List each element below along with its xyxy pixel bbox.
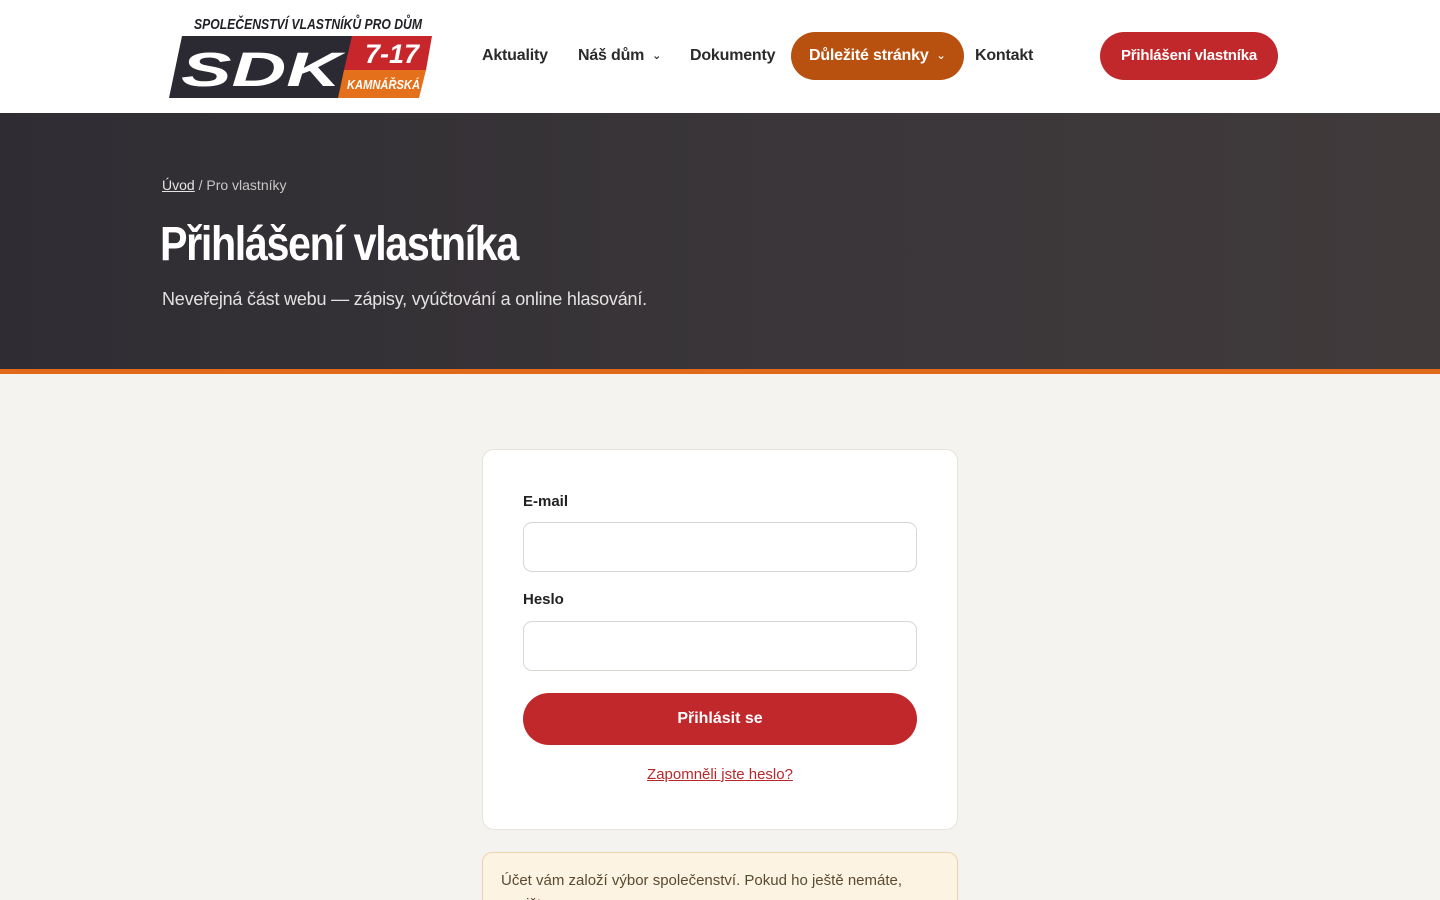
page-hero: Úvod / Pro vlastníky Přihlášení vlastník… [0,113,1440,369]
breadcrumb: Úvod / Pro vlastníky [162,177,287,193]
breadcrumb-home-link[interactable]: Úvod [162,177,195,193]
page-subtitle: Neveřejná část webu — zápisy, vyúčtování… [162,289,647,309]
login-form: E-mail Heslo Přihlásit se Zapomněli jste… [482,449,958,830]
logo-number: 7-17 [365,39,421,69]
nav-item-kontakt[interactable]: Kontakt [975,32,1033,80]
login-submit-button[interactable]: Přihlásit se [523,693,917,745]
nav-item-label: Důležité stránky [809,47,929,64]
account-notice: Účet vám založí výbor společenství. Poku… [482,852,958,900]
email-field[interactable] [523,522,917,572]
forgot-password-link[interactable]: Zapomněli jste heslo? [483,766,957,783]
chevron-down-icon: ⌄ [652,50,662,62]
logo-graphic: SPOLEČENSTVÍ VLASTNÍKŮ PRO DŮM SDK 7-17 … [169,13,438,98]
nav-item-dokumenty[interactable]: Dokumenty [690,32,776,80]
account-notice-text: Účet vám založí výbor společenství. Poku… [501,872,903,900]
logo-street: KAMNÁŘSKÁ [347,77,420,92]
site-header: SPOLEČENSTVÍ VLASTNÍKŮ PRO DŮM SDK 7-17 … [0,0,1440,113]
nav-item-label: Kontakt [975,47,1034,64]
password-field[interactable] [523,621,917,671]
nav-item-label: Náš dům [578,47,645,64]
breadcrumb-current: Pro vlastníky [206,177,287,193]
nav-item-label: Aktuality [482,47,548,64]
password-label: Heslo [523,591,564,608]
logo-abbr: SDK [181,44,346,97]
page-title: Přihlášení vlastníka [160,218,519,271]
nav-item-aktuality[interactable]: Aktuality [482,32,548,80]
chevron-down-icon: ⌄ [936,50,946,62]
site-logo[interactable]: SPOLEČENSTVÍ VLASTNÍKŮ PRO DŮM SDK 7-17 … [166,10,438,102]
breadcrumb-separator: / [198,177,203,193]
nav-item-dulezite-stranky[interactable]: Důležité stránky ⌄ [791,32,964,80]
nav-item-label: Dokumenty [690,47,776,64]
email-label: E-mail [523,493,569,510]
owner-login-button[interactable]: Přihlášení vlastníka [1100,32,1278,80]
nav-item-nas-dum[interactable]: Náš dům ⌄ [578,32,661,80]
hero-accent-bar [0,369,1440,374]
logo-top-line: SPOLEČENSTVÍ VLASTNÍKŮ PRO DŮM [194,14,422,33]
